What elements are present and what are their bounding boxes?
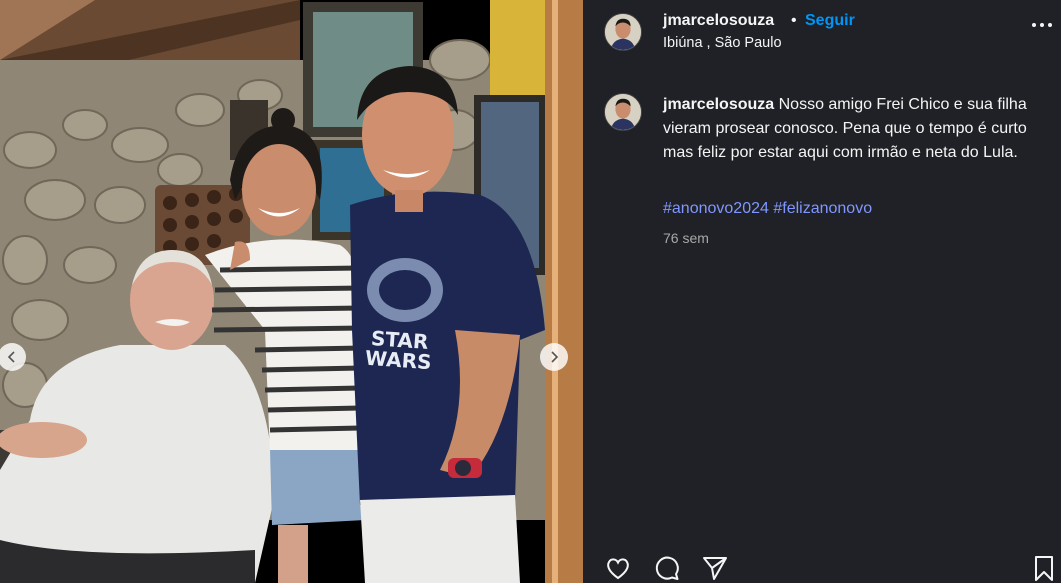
caption-username[interactable]: jmarcelosouza <box>663 96 774 113</box>
author-avatar[interactable] <box>604 13 642 51</box>
post-photo[interactable]: STAR WARS <box>0 0 583 583</box>
hashtag-list: #anonovo2024 #felizanonovo <box>663 200 872 218</box>
avatar-image <box>605 94 641 130</box>
avatar-image <box>605 14 641 50</box>
hashtag-link[interactable]: #anonovo2024 <box>663 200 769 217</box>
send-icon[interactable] <box>701 554 729 582</box>
follow-button[interactable]: Seguir <box>805 12 855 30</box>
caption-text: jmarcelosouza Nosso amigo Frei Chico e s… <box>663 93 1043 165</box>
author-username[interactable]: jmarcelosouza <box>663 12 774 30</box>
post-location[interactable]: Ibiúna , São Paulo <box>663 35 782 51</box>
shirt-logo: STAR WARS <box>361 326 438 375</box>
comment-icon[interactable] <box>653 554 681 582</box>
separator-dot: • <box>791 12 797 29</box>
action-bar <box>583 550 1061 583</box>
post-info-panel: jmarcelosouza • Seguir Ibiúna , São Paul… <box>583 0 1061 583</box>
instagram-post-modal: STAR WARS jmarcelosouza • Seguir Ibiúna … <box>0 0 1061 583</box>
caption-author-avatar[interactable] <box>604 93 642 131</box>
chevron-right-icon <box>551 351 559 363</box>
carousel-next-button[interactable] <box>540 343 568 371</box>
post-header: jmarcelosouza • Seguir Ibiúna , São Paul… <box>583 0 1061 62</box>
chevron-left-icon <box>7 351 15 363</box>
more-options-icon[interactable] <box>1032 18 1054 32</box>
shirt-logo-line2: WARS <box>364 345 433 375</box>
post-age: 76 sem <box>663 230 709 246</box>
photo-illustration <box>0 0 583 583</box>
bookmark-icon[interactable] <box>1030 554 1058 582</box>
heart-icon[interactable] <box>604 554 632 582</box>
hashtag-link[interactable]: #felizanonovo <box>773 200 872 217</box>
